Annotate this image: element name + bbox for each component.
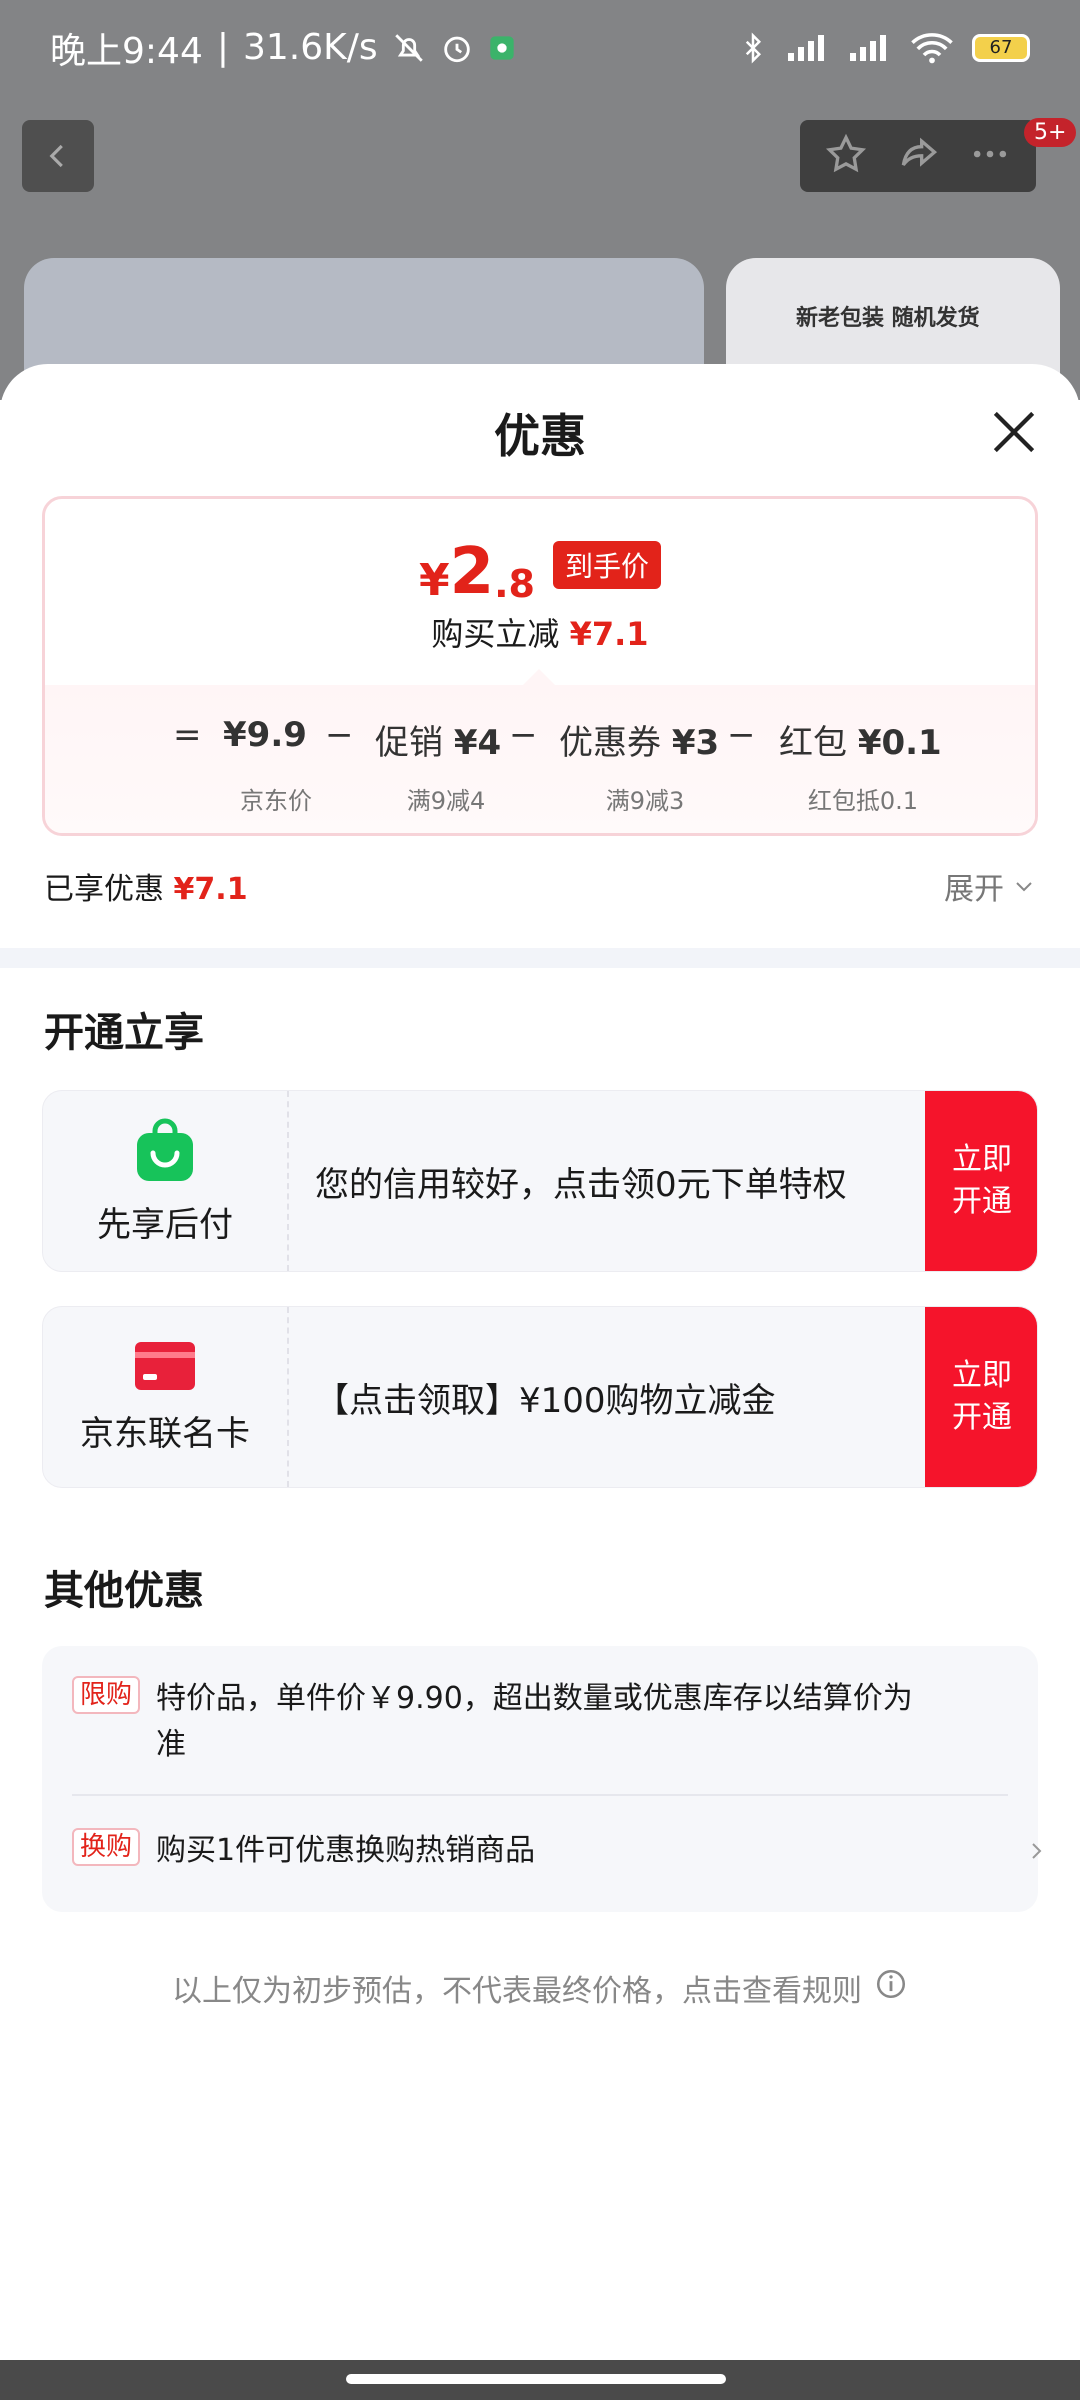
formula-note: 京东价 [240, 787, 312, 815]
close-button[interactable] [986, 404, 1042, 460]
network-speed: 31.6K/s [242, 27, 378, 68]
share-icon[interactable] [896, 132, 940, 180]
open-section-title: 开通立享 [44, 1010, 204, 1056]
discount-summary: 购买立减 ¥7.1 [431, 615, 649, 653]
signal-icon [786, 33, 830, 63]
battery-icon: 67 [972, 33, 1030, 62]
chevron-left-icon [49, 144, 63, 168]
dashed-divider [287, 1091, 289, 1271]
info-icon [874, 1967, 908, 2009]
final-price-tag: 到手价 [553, 541, 662, 589]
list-item-text: 特价品，单件价￥9.90，超出数量或优惠库存以结算价为准 [156, 1681, 913, 1762]
signal-icon-2 [848, 33, 892, 63]
formula-note: 红包抵0.1 [807, 787, 919, 815]
offer-card-pay-later[interactable]: 先享后付 您的信用较好，点击领0元下单特权 立即 开通 [42, 1090, 1038, 1272]
chevron-down-icon [1016, 882, 1032, 892]
list-item: 限购 特价品，单件价￥9.90，超出数量或优惠库存以结算价为准 [72, 1676, 972, 1768]
wifi-icon [910, 32, 954, 64]
activate-button[interactable]: 立即 开通 [925, 1091, 1037, 1271]
status-bar: 晚上9:44 | 31.6K/s 67 [0, 0, 1080, 95]
offer-text: 【点击领取】¥100购物立减金 [315, 1380, 776, 1421]
other-section-title: 其他优惠 [44, 1568, 204, 1614]
star-icon[interactable] [824, 132, 868, 180]
back-button[interactable] [22, 120, 94, 192]
formula-item: 优惠券 ¥3 [559, 723, 720, 763]
limit-tag: 限购 [72, 1676, 141, 1714]
expand-button[interactable]: 展开 [944, 864, 1036, 908]
close-icon [993, 411, 1035, 453]
price-summary-card: ¥ 2 .8 到手价 购买立减 ¥7.1 = ¥9.9 京东价 − 促销 ¥4 … [42, 496, 1038, 836]
formula-op: = [173, 715, 202, 755]
offer-name: 京东联名卡 [80, 1413, 250, 1454]
chevron-right-icon [1024, 1834, 1048, 1872]
offer-text: 您的信用较好，点击领0元下单特权 [315, 1164, 847, 1205]
mute-bell-icon [392, 31, 426, 65]
credit-card-icon [133, 1340, 197, 1396]
bluetooth-icon [738, 31, 768, 65]
offer-name: 先享后付 [97, 1204, 233, 1245]
final-price: ¥ 2 .8 到手价 [45, 540, 1035, 604]
formula-item: 促销 ¥4 [375, 723, 502, 763]
alarm-icon [440, 31, 474, 65]
offer-card-cobrand[interactable]: 京东联名卡 【点击领取】¥100购物立减金 立即 开通 [42, 1306, 1038, 1488]
formula-note: 满9减4 [406, 787, 486, 815]
formula-op: − [325, 715, 354, 755]
other-offers-list: 限购 特价品，单件价￥9.90，超出数量或优惠库存以结算价为准 换购 购买1件可… [42, 1646, 1042, 1912]
list-item-exchange[interactable]: 换购 购买1件可优惠换购热销商品 [72, 1828, 1042, 1874]
list-divider [72, 1794, 1008, 1796]
formula-op: − [727, 715, 756, 755]
shopping-bag-icon [133, 1117, 197, 1187]
section-divider [0, 948, 1080, 968]
message-badge: 5+ [1024, 118, 1077, 147]
app-notification-icon [488, 34, 516, 62]
system-nav-bar [0, 2360, 1080, 2400]
discount-sheet: 优惠 ¥ 2 .8 到手价 购买立减 ¥7.1 = ¥9.9 京东价 − 促销 … [0, 364, 1080, 2360]
dashed-divider [287, 1307, 289, 1487]
enjoyed-discount: 已享优惠 ¥7.1 [44, 872, 248, 907]
thumbnail-caption: 新老包装 随机发货 [796, 306, 980, 331]
formula-value: ¥9.9 [223, 715, 307, 755]
list-item-text: 购买1件可优惠换购热销商品 [156, 1833, 536, 1868]
disclaimer-link[interactable]: 以上仅为初步预估，不代表最终价格，点击查看规则 [0, 1966, 1080, 2010]
exchange-tag: 换购 [72, 1828, 141, 1866]
home-gesture-handle[interactable] [346, 2374, 726, 2384]
formula-note: 满9减3 [605, 787, 685, 815]
formula-op: − [509, 715, 538, 755]
price-formula: = ¥9.9 京东价 − 促销 ¥4 满9减4 − 优惠券 ¥3 满9减3 − … [45, 685, 1035, 833]
status-time: 晚上9:44 [50, 30, 203, 72]
top-action-group [800, 120, 1036, 192]
activate-button[interactable]: 立即 开通 [925, 1307, 1037, 1487]
formula-item: 红包 ¥0.1 [779, 723, 942, 763]
caret-indicator [523, 669, 555, 685]
more-icon[interactable] [968, 132, 1012, 180]
sheet-title: 优惠 [494, 409, 586, 463]
